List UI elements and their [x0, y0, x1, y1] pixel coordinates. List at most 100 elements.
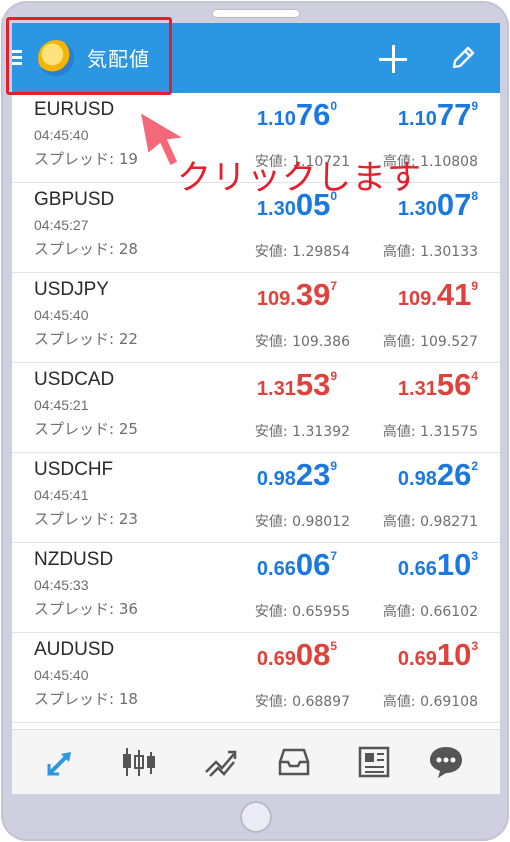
symbol-name: EURUSD: [34, 99, 115, 120]
high-label: 高値:: [382, 604, 421, 620]
price-prefix: 1.10: [397, 108, 437, 130]
home-button[interactable]: [240, 801, 272, 833]
quote-time: 04:45:40: [34, 307, 89, 323]
price-pips: 56: [436, 367, 472, 402]
quote-time: 04:45:21: [34, 397, 89, 413]
price-fraction: 3: [471, 549, 478, 563]
add-symbol-icon[interactable]: [378, 44, 408, 74]
price-fraction: 7: [330, 549, 337, 563]
high-price: 高値: 0.69108: [383, 691, 478, 711]
price-fraction: 9: [471, 99, 478, 113]
ask-price[interactable]: 109.419: [398, 277, 478, 313]
price-fraction: 3: [471, 639, 478, 653]
price-prefix: 1.31: [256, 378, 296, 400]
bid-price[interactable]: 1.10760: [257, 97, 337, 133]
price-prefix: 1.10: [256, 108, 296, 130]
price-pips: 76: [295, 97, 331, 132]
high-value: 1.30133: [420, 244, 478, 260]
price-prefix: 109.: [397, 288, 437, 310]
spread-label: スプレッド:: [34, 600, 119, 618]
bid-price[interactable]: 109.397: [257, 277, 337, 313]
chat-icon[interactable]: [426, 742, 466, 782]
low-value: 109.386: [292, 334, 350, 350]
app-screen: 気配値 EURUSD 04:45:40 スプレッド: 19 1.10760 1.…: [12, 23, 500, 794]
spread-value: 25: [118, 420, 138, 438]
spread-value: 18: [118, 690, 138, 708]
quote-time: 04:45:40: [34, 127, 89, 143]
spread-value: 22: [118, 330, 138, 348]
symbol-name: USDCAD: [34, 369, 115, 390]
bid-price[interactable]: 0.69085: [257, 637, 337, 673]
bottom-nav: [12, 729, 500, 794]
low-price: 安値: 0.98012: [255, 511, 350, 531]
price-prefix: 0.98: [397, 468, 437, 490]
click-annotation: クリックします: [177, 158, 422, 198]
ask-price[interactable]: 0.66103: [398, 547, 478, 583]
ask-price[interactable]: 1.10779: [398, 97, 478, 133]
news-icon[interactable]: [354, 742, 394, 782]
history-icon[interactable]: [274, 742, 314, 782]
price-prefix: 109.: [256, 288, 296, 310]
bid-price[interactable]: 1.31539: [257, 367, 337, 403]
low-value: 0.98012: [292, 514, 350, 530]
high-label: 高値:: [382, 424, 421, 440]
high-price: 高値: 109.527: [383, 331, 478, 351]
price-fraction: 9: [330, 459, 337, 473]
price-pips: 07: [436, 187, 472, 222]
quote-row-usdjpy[interactable]: USDJPY 04:45:40 スプレッド: 22 109.397 109.41…: [12, 273, 500, 363]
price-pips: 77: [436, 97, 472, 132]
title-highlight-box: [6, 17, 172, 95]
price-prefix: 0.69: [397, 648, 437, 670]
price-prefix: 1.31: [397, 378, 437, 400]
low-value: 0.68897: [292, 694, 350, 710]
high-label: 高値:: [382, 244, 421, 260]
price-fraction: 9: [471, 279, 478, 293]
spread-text: スプレッド: 19: [34, 148, 138, 169]
quotes-icon[interactable]: [41, 742, 81, 782]
quote-row-usdchf[interactable]: USDCHF 04:45:41 スプレッド: 23 0.98239 0.9826…: [12, 453, 500, 543]
price-fraction: 2: [471, 459, 478, 473]
price-prefix: 0.98: [256, 468, 296, 490]
ask-price[interactable]: 1.31564: [398, 367, 478, 403]
spread-text: スプレッド: 22: [34, 328, 138, 349]
spread-value: 23: [118, 510, 138, 528]
quote-row-audusd[interactable]: AUDUSD 04:45:40 スプレッド: 18 0.69085 0.6910…: [12, 633, 500, 723]
low-label: 安値:: [254, 604, 293, 620]
bid-price[interactable]: 0.66067: [257, 547, 337, 583]
spread-label: スプレッド:: [34, 240, 119, 258]
low-price: 安値: 109.386: [255, 331, 350, 351]
quote-row-nzdusd[interactable]: NZDUSD 04:45:33 スプレッド: 36 0.66067 0.6610…: [12, 543, 500, 633]
phone-speaker: [212, 9, 300, 18]
chart-icon[interactable]: [119, 742, 159, 782]
low-price: 安値: 1.31392: [255, 421, 350, 441]
quote-row-usdcad[interactable]: USDCAD 04:45:21 スプレッド: 25 1.31539 1.3156…: [12, 363, 500, 453]
price-pips: 39: [295, 277, 331, 312]
price-pips: 08: [295, 637, 331, 672]
high-value: 109.527: [420, 334, 478, 350]
high-value: 1.10808: [420, 154, 478, 170]
price-pips: 23: [295, 457, 331, 492]
price-fraction: 5: [330, 639, 337, 653]
high-price: 高値: 1.30133: [383, 241, 478, 261]
high-label: 高値:: [382, 334, 421, 350]
spread-value: 36: [118, 600, 138, 618]
ask-price[interactable]: 0.98262: [398, 457, 478, 493]
edit-icon[interactable]: [448, 43, 478, 73]
spread-text: スプレッド: 23: [34, 508, 138, 529]
spread-label: スプレッド:: [34, 690, 119, 708]
trade-icon[interactable]: [200, 742, 240, 782]
price-prefix: 0.69: [256, 648, 296, 670]
phone-frame: 気配値 EURUSD 04:45:40 スプレッド: 19 1.10760 1.…: [1, 1, 509, 841]
bid-price[interactable]: 0.98239: [257, 457, 337, 493]
low-label: 安値:: [254, 244, 293, 260]
spread-label: スプレッド:: [34, 150, 119, 168]
high-price: 高値: 0.98271: [383, 511, 478, 531]
ask-price[interactable]: 0.69103: [398, 637, 478, 673]
price-pips: 10: [436, 637, 472, 672]
spread-label: スプレッド:: [34, 420, 119, 438]
price-pips: 41: [436, 277, 472, 312]
low-label: 安値:: [254, 694, 293, 710]
price-prefix: 0.66: [256, 558, 296, 580]
high-label: 高値:: [382, 514, 421, 530]
price-pips: 10: [436, 547, 472, 582]
